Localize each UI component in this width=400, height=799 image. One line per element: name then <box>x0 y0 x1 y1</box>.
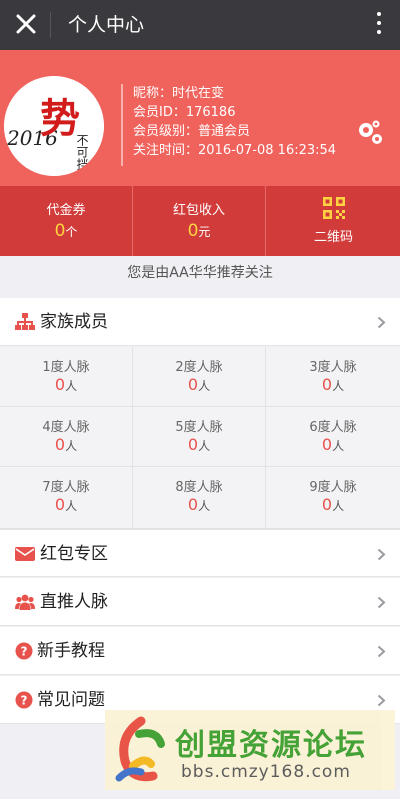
faq-label: 常见问题 <box>37 690 105 710</box>
chevron-right-icon <box>377 316 386 329</box>
network-cell-3[interactable]: 3度人脉 0人 <box>266 347 400 407</box>
watermark-logo-icon <box>115 716 165 782</box>
page-title: 个人中心 <box>68 14 145 36</box>
top-bar: 个人中心 <box>0 0 400 50</box>
voucher-stat[interactable]: 代金券 0个 <box>0 186 133 256</box>
svg-text:不可挡: 不可挡 <box>75 134 89 170</box>
direct-referrals-row[interactable]: 直推人脉 <box>0 578 400 626</box>
nickname: 昵称：时代在变 <box>133 86 225 101</box>
network-cell-6[interactable]: 6度人脉 0人 <box>266 407 400 467</box>
qr-code-icon[interactable] <box>323 197 345 219</box>
network-cell-9[interactable]: 9度人脉 0人 <box>266 467 400 529</box>
network-cell-5[interactable]: 5度人脉 0人 <box>133 407 266 467</box>
sitemap-icon <box>15 313 35 330</box>
network-cell-8[interactable]: 8度人脉 0人 <box>133 467 266 529</box>
follow-time: 关注时间：2016-07-08 16:23:54 <box>133 143 337 158</box>
red-packet-zone-label: 红包专区 <box>40 544 108 564</box>
member-id: 会员ID：176186 <box>133 105 236 120</box>
network-grid: 1度人脉 0人 2度人脉 0人 3度人脉 0人 4度人脉 0人 5度人脉 0人 6度人脉 0… <box>0 347 400 529</box>
family-members-row[interactable]: 家族成员 <box>0 298 400 346</box>
question-icon: ? <box>15 691 33 709</box>
users-icon <box>15 594 35 610</box>
direct-referrals-label: 直推人脉 <box>40 592 108 612</box>
network-cell-4[interactable]: 4度人脉 0人 <box>0 407 133 467</box>
divider <box>121 84 123 166</box>
red-packet-stat[interactable]: 红包收入 0元 <box>133 186 266 256</box>
red-packet-zone-row[interactable]: 红包专区 <box>0 529 400 577</box>
svg-text:势: 势 <box>40 95 80 142</box>
watermark: 创盟资源论坛 bbs.cmzy168.com <box>105 710 395 790</box>
close-icon[interactable] <box>12 10 40 38</box>
watermark-title: 创盟资源论坛 <box>175 728 367 763</box>
family-members-label: 家族成员 <box>40 312 108 332</box>
member-level: 会员级别：普通会员 <box>133 124 251 139</box>
gear-icon[interactable] <box>355 118 383 146</box>
chevron-right-icon <box>377 694 386 707</box>
envelope-icon <box>15 547 35 561</box>
beginner-tutorial-label: 新手教程 <box>37 641 105 661</box>
network-cell-1[interactable]: 1度人脉 0人 <box>0 347 133 407</box>
chevron-right-icon <box>377 548 386 561</box>
beginner-tutorial-row[interactable]: ? 新手教程 <box>0 627 400 675</box>
svg-text:?: ? <box>21 645 28 659</box>
chevron-right-icon <box>377 645 386 658</box>
network-cell-2[interactable]: 2度人脉 0人 <box>133 347 266 407</box>
question-icon: ? <box>15 642 33 660</box>
avatar[interactable]: 2016 势 不可挡 <box>4 76 104 176</box>
profile-card: 2016 势 不可挡 昵称：时代在变 会员ID：176186 会员级别：普通会员… <box>0 50 400 186</box>
more-icon[interactable] <box>376 12 382 38</box>
network-cell-7[interactable]: 7度人脉 0人 <box>0 467 133 529</box>
chevron-right-icon <box>377 596 386 609</box>
profile-info: 昵称：时代在变 会员ID：176186 会员级别：普通会员 关注时间：2016-… <box>133 84 336 160</box>
divider <box>50 12 51 38</box>
recommend-text: 您是由AA华华推荐关注 <box>127 265 273 281</box>
svg-text:?: ? <box>21 694 28 708</box>
watermark-url: bbs.cmzy168.com <box>181 762 351 782</box>
